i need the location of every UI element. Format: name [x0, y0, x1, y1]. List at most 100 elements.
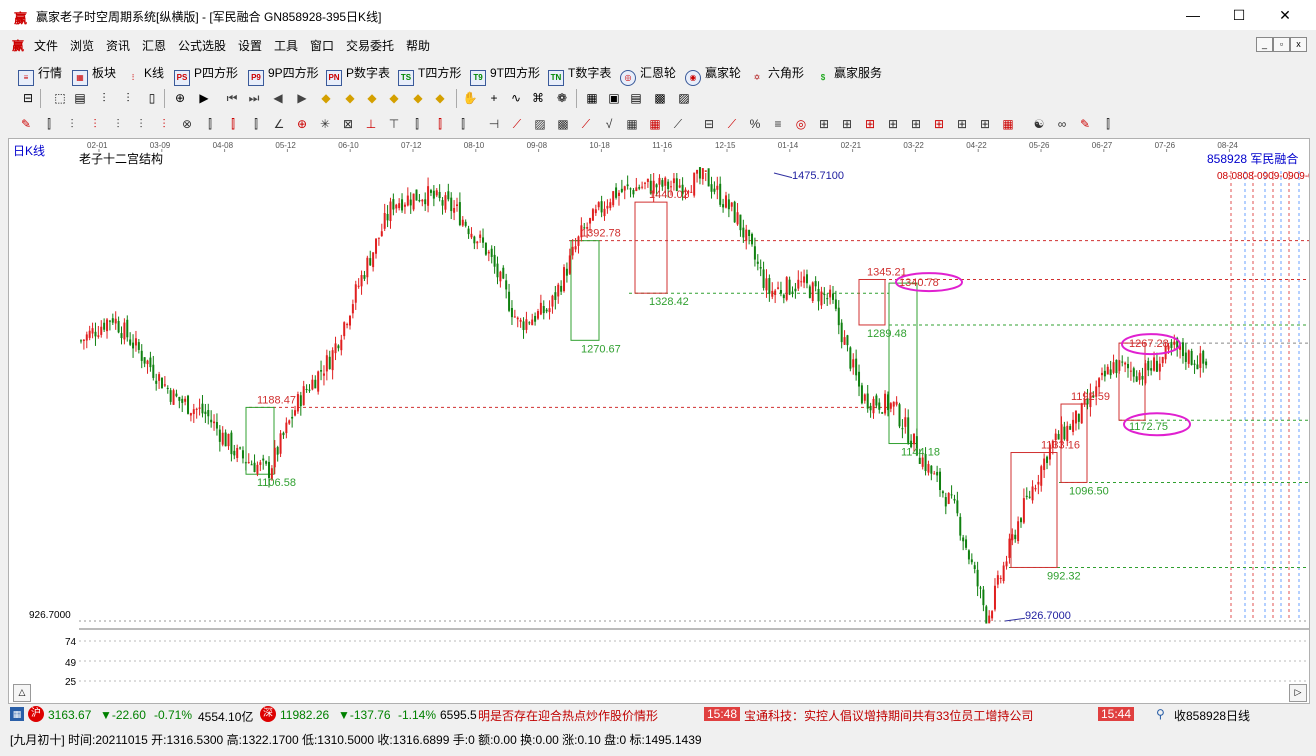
tool-service[interactable]: $ 赢家服务 [816, 64, 882, 85]
maximize-button[interactable]: ☐ [1216, 0, 1262, 30]
analysis-tool-icon[interactable]: ⊤ [386, 116, 402, 132]
analysis-tool-icon[interactable]: ⫿ [455, 116, 471, 132]
scroll-right-button[interactable]: ▷ [1289, 684, 1307, 702]
analysis-tool-icon[interactable]: ⊞ [908, 116, 924, 132]
menu-settings[interactable]: 设置 [238, 37, 262, 54]
analysis-tool-icon[interactable]: ⫿ [202, 116, 218, 132]
analysis-tool-icon[interactable]: ⊟ [701, 116, 717, 132]
zoom-icon[interactable]: ⬚ [52, 90, 68, 106]
analysis-tool-icon[interactable]: ⫿ [225, 116, 241, 132]
menu-huien[interactable]: 汇恩 [142, 37, 166, 54]
analysis-tool-icon[interactable]: ⫿ [248, 116, 264, 132]
layout-icon[interactable]: ⊟ [20, 90, 36, 106]
analysis-tool-icon[interactable]: % [747, 116, 763, 132]
analysis-tool-icon[interactable]: ⊞ [977, 116, 993, 132]
analysis-tool-icon[interactable]: ⊞ [931, 116, 947, 132]
crosshair-icon[interactable]: + [486, 90, 502, 106]
analysis-tool-icon[interactable]: ⟋ [509, 116, 525, 132]
next-icon[interactable]: ▶ [294, 90, 310, 106]
prev-icon[interactable]: ◀ [270, 90, 286, 106]
analysis-tool-icon[interactable]: ⊞ [816, 116, 832, 132]
kline-chart-panel[interactable]: 02-01 03-09 04-08 05-12 06-10 07-12 08-10 09-08… [8, 138, 1310, 704]
analysis-tool-icon[interactable]: ⊠ [340, 116, 356, 132]
analysis-tool-icon[interactable]: ⫶ [110, 116, 126, 132]
diamond-icon[interactable]: ◆ [318, 90, 334, 106]
menu-info[interactable]: 资讯 [106, 37, 130, 54]
save-icon[interactable]: ▩ [652, 90, 668, 106]
kline-chart[interactable]: 02-01 03-09 04-08 05-12 06-10 07-12 08-10 09-08… [9, 139, 1309, 703]
play-icon[interactable]: ▶ [196, 90, 212, 106]
menu-trade[interactable]: 交易委托 [346, 37, 394, 54]
analysis-tool-icon[interactable]: ⟋ [724, 116, 740, 132]
analysis-tool-icon[interactable]: ≡ [770, 116, 786, 132]
menu-window[interactable]: 窗口 [310, 37, 334, 54]
diamond-icon[interactable]: ◆ [364, 90, 380, 106]
cycle-icon[interactable]: ❁ [554, 90, 570, 106]
diamond-icon[interactable]: ◆ [410, 90, 426, 106]
analysis-tool-icon[interactable]: ⫿ [1100, 116, 1116, 132]
analysis-tool-icon[interactable]: ✳ [317, 116, 333, 132]
analysis-tool-icon[interactable]: ⫿ [432, 116, 448, 132]
menu-formula[interactable]: 公式选股 [178, 37, 226, 54]
analysis-tool-icon[interactable]: ⊕ [294, 116, 310, 132]
wave-icon[interactable]: ∿ [508, 90, 524, 106]
analysis-tool-icon[interactable]: ⫶ [64, 116, 80, 132]
last-icon[interactable]: ⏭ [246, 90, 262, 106]
tool-9t-square[interactable]: T9 9T四方形 [470, 64, 540, 86]
mdi-restore-button[interactable]: ▫ [1273, 37, 1290, 52]
analysis-tool-icon[interactable]: ∞ [1054, 116, 1070, 132]
calendar-icon[interactable]: ▦ [584, 90, 600, 106]
analysis-tool-icon[interactable]: ⫿ [409, 116, 425, 132]
pattern-icon[interactable]: ⌘ [530, 90, 546, 106]
tool-kline[interactable]: ⫶ K线 [126, 64, 164, 85]
table-icon[interactable]: ▤ [628, 90, 644, 106]
first-icon[interactable]: ⏮ [224, 90, 240, 106]
tool-p-table[interactable]: PN P数字表 [326, 64, 390, 86]
tool-hexagram[interactable]: ✡ 六角形 [750, 64, 804, 85]
diamond-icon[interactable]: ◆ [342, 90, 358, 106]
mdi-close-button[interactable]: x [1290, 37, 1307, 52]
tool-t-square[interactable]: TS T四方形 [398, 64, 461, 86]
analysis-tool-icon[interactable]: ⫶ [87, 116, 103, 132]
analysis-tool-icon[interactable]: ⊞ [862, 116, 878, 132]
kline-icon[interactable]: ⫶ [120, 90, 136, 106]
tool-p-square[interactable]: PS P四方形 [174, 64, 238, 86]
analysis-tool-icon[interactable]: ✎ [18, 116, 34, 132]
analysis-tool-icon[interactable]: ⟋ [578, 116, 594, 132]
analysis-tool-icon[interactable]: ⫿ [41, 116, 57, 132]
analysis-tool-icon[interactable]: √ [601, 116, 617, 132]
news-ticker-2[interactable]: 宝通科技：实控人倡议增持期间共有33位员工增持公司 [744, 707, 1033, 724]
tool-quotes[interactable]: ≡ 行情 [18, 64, 62, 86]
list-icon[interactable]: ▤ [72, 90, 88, 106]
analysis-tool-icon[interactable]: ▩ [555, 116, 571, 132]
analysis-tool-icon[interactable]: ⊣ [486, 116, 502, 132]
box-icon[interactable]: ▯ [144, 90, 160, 106]
tool-9p-square[interactable]: P9 9P四方形 [248, 64, 319, 86]
hand-icon[interactable]: ✋ [462, 90, 478, 106]
tool-t-table[interactable]: TN T数字表 [548, 64, 611, 86]
menu-tools[interactable]: 工具 [274, 37, 298, 54]
analysis-tool-icon[interactable]: ⫶ [156, 116, 172, 132]
scroll-up-button[interactable]: △ [13, 684, 31, 702]
analysis-tool-icon[interactable]: ⫶ [133, 116, 149, 132]
analysis-tool-icon[interactable]: ⊥ [363, 116, 379, 132]
analysis-tool-icon[interactable]: ⊞ [839, 116, 855, 132]
bars-icon[interactable]: ⫶ [96, 90, 112, 106]
info-icon[interactable]: ⚲ [1156, 707, 1165, 721]
menu-file[interactable]: 文件 [34, 37, 58, 54]
diamond-icon[interactable]: ◆ [432, 90, 448, 106]
analysis-tool-icon[interactable]: ▦ [647, 116, 663, 132]
analysis-tool-icon[interactable]: ⊞ [885, 116, 901, 132]
analysis-tool-icon[interactable]: ▦ [1000, 116, 1016, 132]
calc-icon[interactable]: ▣ [606, 90, 622, 106]
menu-browse[interactable]: 浏览 [70, 37, 94, 54]
analysis-tool-icon[interactable]: ◎ [793, 116, 809, 132]
analysis-tool-icon[interactable]: ∠ [271, 116, 287, 132]
minimize-button[interactable]: — [1170, 0, 1216, 30]
mdi-minimize-button[interactable]: _ [1256, 37, 1273, 52]
tool-winner-wheel[interactable]: ◉ 赢家轮 [685, 64, 741, 86]
analysis-tool-icon[interactable]: ⊗ [179, 116, 195, 132]
print-icon[interactable]: ▨ [676, 90, 692, 106]
diamond-icon[interactable]: ◆ [386, 90, 402, 106]
analysis-tool-icon[interactable]: ✎ [1077, 116, 1093, 132]
